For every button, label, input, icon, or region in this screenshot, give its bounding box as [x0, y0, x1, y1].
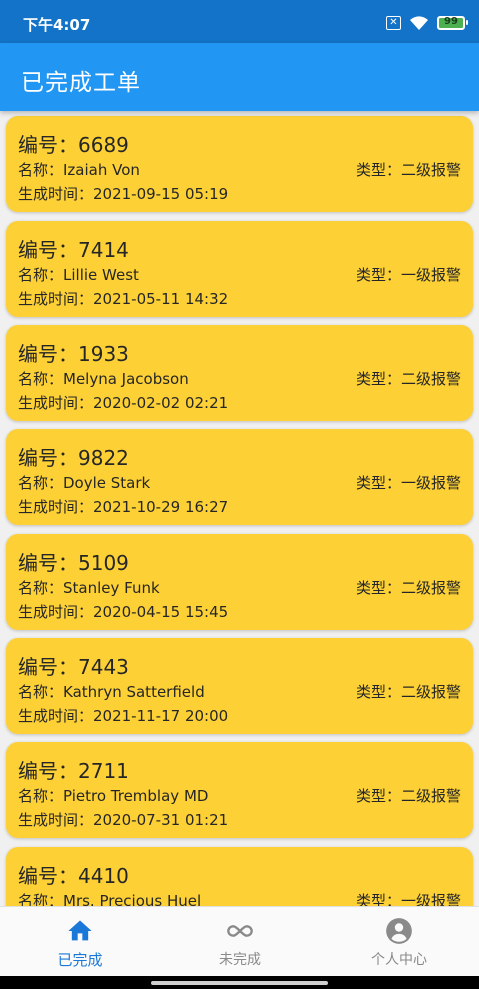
- work-order-id: 编号：2711: [18, 759, 129, 783]
- work-order-type: 类型：一级报警: [355, 474, 461, 492]
- work-order-type: 类型：一级报警: [355, 266, 461, 284]
- work-order-id: 编号：6689: [18, 133, 129, 157]
- wifi-icon: [410, 16, 428, 30]
- work-order-card[interactable]: 编号：9822 名称：Doyle Stark 类型：一级报警 生成时间：2021…: [6, 429, 473, 525]
- status-bar: 下午4:07 ✕ 99: [0, 0, 479, 43]
- work-order-name: 名称：Pietro Tremblay MD: [18, 787, 209, 805]
- nav-label-completed: 已完成: [57, 951, 103, 969]
- work-order-time: 生成时间：2021-09-15 05:19: [18, 185, 229, 203]
- work-order-type: 类型：二级报警: [355, 370, 461, 388]
- work-order-id: 编号：1933: [18, 342, 129, 366]
- work-order-card[interactable]: 编号：5109 名称：Stanley Funk 类型：二级报警 生成时间：202…: [6, 534, 473, 630]
- work-order-name: 名称：Kathryn Satterfield: [18, 683, 205, 701]
- status-time: 下午4:07: [23, 16, 91, 34]
- work-order-name: 名称：Izaiah Von: [18, 161, 140, 179]
- page-title: 已完成工单: [21, 70, 141, 96]
- work-order-type: 类型：二级报警: [355, 161, 461, 179]
- work-order-time: 生成时间：2020-04-15 15:45: [18, 603, 229, 621]
- gesture-handle[interactable]: [151, 981, 328, 985]
- work-order-id: 编号：7414: [18, 238, 129, 262]
- work-order-card[interactable]: 编号：1933 名称：Melyna Jacobson 类型：二级报警 生成时间：…: [6, 325, 473, 421]
- work-order-time: 生成时间：2020-02-02 02:21: [18, 394, 229, 412]
- work-order-id: 编号：4410: [18, 864, 129, 888]
- work-order-type: 类型：二级报警: [355, 579, 461, 597]
- work-order-time: 生成时间：2021-11-17 20:00: [18, 707, 229, 725]
- work-order-card[interactable]: 编号：2711 名称：Pietro Tremblay MD 类型：二级报警 生成…: [6, 742, 473, 838]
- bottom-navigation: 已完成 未完成 个人中心: [0, 906, 479, 977]
- work-order-card[interactable]: 编号：4410 名称：Mrs. Precious Huel 类型：一级报警: [6, 847, 473, 906]
- nav-label-uncompleted: 未完成: [219, 952, 261, 968]
- account-circle-icon: [386, 918, 412, 944]
- status-icons: ✕ 99: [386, 14, 468, 32]
- work-order-name: 名称：Stanley Funk: [18, 579, 160, 597]
- work-order-name: 名称：Melyna Jacobson: [18, 370, 189, 388]
- battery-level: 99: [444, 16, 458, 27]
- app-bar: 已完成工单: [0, 43, 479, 111]
- work-order-time: 生成时间：2020-07-31 01:21: [18, 811, 229, 829]
- work-order-id: 编号：7443: [18, 655, 129, 679]
- work-order-type: 类型：一级报警: [355, 892, 461, 906]
- work-order-name: 名称：Doyle Stark: [18, 474, 151, 492]
- nav-item-profile[interactable]: 个人中心: [319, 907, 479, 977]
- work-order-type: 类型：二级报警: [355, 787, 461, 805]
- system-gesture-area: [0, 976, 479, 989]
- work-order-name: 名称：Lillie West: [18, 266, 139, 284]
- nav-item-uncompleted[interactable]: 未完成: [160, 907, 320, 977]
- work-order-list[interactable]: 编号：6689 名称：Izaiah Von 类型：二级报警 生成时间：2021-…: [0, 111, 479, 906]
- work-order-time: 生成时间：2021-10-29 16:27: [18, 498, 229, 516]
- work-order-type: 类型：二级报警: [355, 683, 461, 701]
- work-order-time: 生成时间：2021-05-11 14:32: [18, 290, 229, 308]
- sim-x-icon: ✕: [386, 16, 401, 30]
- nav-label-profile: 个人中心: [371, 952, 427, 968]
- work-order-name: 名称：Mrs. Precious Huel: [18, 892, 202, 906]
- nav-item-completed[interactable]: 已完成: [0, 907, 160, 977]
- work-order-id: 编号：5109: [18, 551, 129, 575]
- work-order-id: 编号：9822: [18, 446, 129, 470]
- work-order-card[interactable]: 编号：7414 名称：Lillie West 类型：一级报警 生成时间：2021…: [6, 221, 473, 317]
- infinity-icon: [227, 925, 253, 937]
- battery-icon: 99: [437, 16, 468, 30]
- work-order-card[interactable]: 编号：7443 名称：Kathryn Satterfield 类型：二级报警 生…: [6, 638, 473, 734]
- work-order-card[interactable]: 编号：6689 名称：Izaiah Von 类型：二级报警 生成时间：2021-…: [6, 116, 473, 212]
- home-icon: [68, 920, 92, 941]
